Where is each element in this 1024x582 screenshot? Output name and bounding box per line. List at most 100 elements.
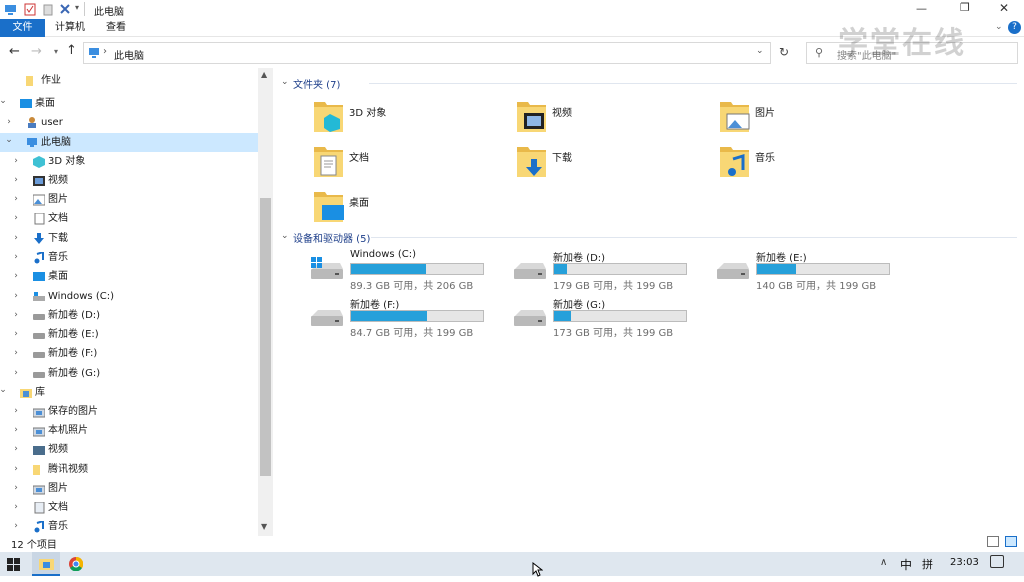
folder-item[interactable]: 音乐 (719, 143, 919, 183)
collapsed-chevron-icon[interactable]: › (11, 209, 21, 228)
folder-item[interactable]: 文档 (313, 143, 513, 183)
collapsed-chevron-icon[interactable]: › (11, 267, 21, 286)
scroll-thumb[interactable] (260, 198, 271, 476)
sidebar-item-desktop[interactable]: › 桌面 (0, 267, 258, 286)
navigation-scrollbar[interactable]: ▲ ▼ (258, 68, 273, 536)
breadcrumb-this-pc[interactable]: 此电脑 (114, 47, 144, 62)
sidebar-item-homework[interactable]: 作业 (0, 71, 258, 90)
sidebar-item-this-pc[interactable]: ⌄ 此电脑 (0, 133, 258, 152)
folder-item[interactable]: 3D 对象 (313, 98, 513, 138)
address-dropdown-icon[interactable]: ⌄ (756, 46, 764, 56)
close-button[interactable]: ✕ (999, 1, 1009, 15)
sidebar-item-drive-d[interactable]: › 新加卷 (D:) (0, 306, 258, 325)
expand-ribbon-icon[interactable]: ⌄ (995, 22, 1003, 32)
sidebar-item-camera-roll[interactable]: › 本机照片 (0, 421, 258, 440)
show-hidden-icons-icon[interactable]: ∧ (880, 557, 887, 568)
sidebar-item-lib-videos[interactable]: › 视频 (0, 440, 258, 459)
drive-item[interactable]: 新加卷 (D:) 179 GB 可用，共 199 GB (513, 249, 703, 292)
clock[interactable]: 23:03 (950, 557, 979, 568)
collapsed-chevron-icon[interactable]: › (11, 325, 21, 344)
this-pc-icon (89, 48, 99, 58)
properties-icon[interactable] (24, 3, 36, 16)
tab-computer[interactable]: 计算机 (47, 19, 93, 37)
sidebar-item-drive-f[interactable]: › 新加卷 (F:) (0, 344, 258, 363)
collapsed-chevron-icon[interactable]: › (11, 306, 21, 325)
ime-mode[interactable]: 拼 (922, 556, 933, 572)
folder-item[interactable]: 图片 (719, 98, 919, 138)
back-arrow-icon[interactable]: ← (9, 44, 20, 59)
collapsed-chevron-icon[interactable]: › (11, 190, 21, 209)
new-folder-icon[interactable] (42, 3, 54, 16)
collapsed-chevron-icon[interactable]: › (11, 517, 21, 536)
collapsed-chevron-icon[interactable]: › (11, 248, 21, 267)
collapsed-chevron-icon[interactable]: › (11, 171, 21, 190)
collapsed-chevron-icon[interactable]: › (11, 229, 21, 248)
collapsed-chevron-icon[interactable]: › (11, 479, 21, 498)
expanded-chevron-icon[interactable]: ⌄ (0, 92, 8, 111)
forward-arrow-icon[interactable]: → (31, 44, 42, 59)
sidebar-item-3d-objects[interactable]: › 3D 对象 (0, 152, 258, 171)
sidebar-item-documents[interactable]: › 文档 (0, 209, 258, 228)
tab-file[interactable]: 文件 (0, 19, 45, 37)
expanded-chevron-icon[interactable]: ⌄ (0, 381, 8, 400)
quick-access-dropdown-icon[interactable]: ▾ (75, 3, 79, 12)
folder-item[interactable]: 视频 (516, 98, 716, 138)
sidebar-item-music[interactable]: › 音乐 (0, 248, 258, 267)
ime-language[interactable]: 中 (900, 556, 912, 573)
sidebar-item-videos[interactable]: › 视频 (0, 171, 258, 190)
collapsed-chevron-icon[interactable]: › (11, 287, 21, 306)
drive-item[interactable]: 新加卷 (F:) 84.7 GB 可用，共 199 GB (310, 296, 500, 339)
folder-item[interactable]: 下载 (516, 143, 716, 183)
drive-item[interactable]: 新加卷 (G:) 173 GB 可用，共 199 GB (513, 296, 703, 339)
sidebar-item-lib-pictures[interactable]: › 图片 (0, 479, 258, 498)
sidebar-item-user[interactable]: › user (0, 113, 258, 132)
details-view-icon[interactable] (987, 536, 999, 547)
scroll-up-icon[interactable]: ▲ (261, 70, 267, 79)
collapsed-chevron-icon[interactable]: › (11, 421, 21, 440)
collapsed-chevron-icon[interactable]: › (11, 440, 21, 459)
collapse-drives-icon[interactable]: ⌄ (281, 231, 289, 241)
drives-group-header[interactable]: 设备和驱动器 (5) (293, 230, 370, 245)
collapsed-chevron-icon[interactable]: › (11, 402, 21, 421)
sidebar-item-drive-g[interactable]: › 新加卷 (G:) (0, 364, 258, 383)
windows-start-icon[interactable] (7, 558, 21, 582)
delete-icon[interactable] (59, 3, 71, 16)
large-icons-view-icon[interactable] (1005, 536, 1017, 547)
sidebar-item-libraries[interactable]: ⌄ 库 (0, 383, 258, 402)
collapse-folders-icon[interactable]: ⌄ (281, 77, 289, 87)
scroll-down-icon[interactable]: ▼ (261, 522, 267, 531)
up-arrow-icon[interactable]: ↑ (66, 43, 77, 58)
refresh-icon[interactable]: ↻ (779, 45, 789, 59)
sidebar-item-downloads[interactable]: › 下载 (0, 229, 258, 248)
recent-locations-icon[interactable]: ▾ (54, 47, 58, 56)
sidebar-item-desktop-root[interactable]: ⌄ 桌面 (0, 94, 258, 113)
chrome-taskbar-button[interactable] (63, 552, 89, 576)
collapsed-chevron-icon[interactable]: › (11, 498, 21, 517)
drive-item[interactable]: 新加卷 (E:) 140 GB 可用，共 199 GB (716, 249, 906, 292)
action-center-icon[interactable] (990, 555, 1004, 568)
help-icon[interactable]: ? (1008, 21, 1021, 34)
folder-item[interactable]: 桌面 (313, 188, 513, 228)
sidebar-item-saved-pictures[interactable]: › 保存的图片 (0, 402, 258, 421)
minimize-button[interactable]: — (916, 2, 927, 15)
sidebar-item-lib-music[interactable]: › 音乐 (0, 517, 258, 536)
collapsed-chevron-icon[interactable]: › (11, 152, 21, 171)
collapsed-chevron-icon[interactable]: › (11, 460, 21, 479)
sidebar-item-tencent-video[interactable]: › 腾讯视频 (0, 460, 258, 479)
restore-button[interactable]: ❐ (960, 1, 970, 14)
file-explorer-taskbar-button[interactable] (32, 552, 60, 576)
sidebar-item-drive-e[interactable]: › 新加卷 (E:) (0, 325, 258, 344)
collapsed-chevron-icon[interactable]: › (4, 113, 14, 132)
sidebar-item-drive-c[interactable]: › Windows (C:) (0, 287, 258, 306)
folder-label: 3D 对象 (349, 108, 387, 119)
address-bar[interactable]: › 此电脑 ⌄ (83, 42, 771, 64)
folders-group-header[interactable]: 文件夹 (7) (293, 76, 340, 91)
expanded-chevron-icon[interactable]: ⌄ (4, 131, 14, 150)
collapsed-chevron-icon[interactable]: › (11, 364, 21, 383)
breadcrumb-separator-icon[interactable]: › (103, 46, 107, 57)
sidebar-item-pictures[interactable]: › 图片 (0, 190, 258, 209)
tab-view[interactable]: 查看 (97, 19, 135, 37)
collapsed-chevron-icon[interactable]: › (11, 344, 21, 363)
sidebar-item-lib-documents[interactable]: › 文档 (0, 498, 258, 517)
drive-item[interactable]: Windows (C:) 89.3 GB 可用，共 206 GB (310, 249, 500, 292)
